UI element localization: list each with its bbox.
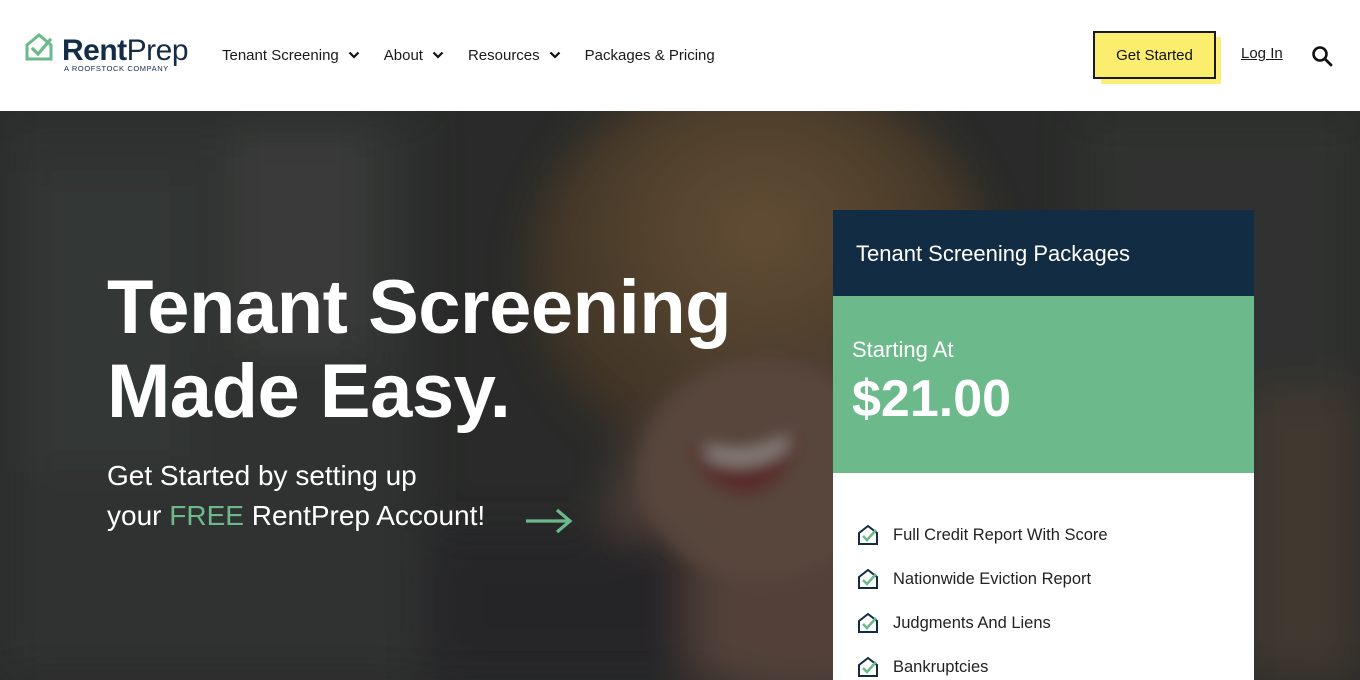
price-amount: $21.00 — [852, 370, 1012, 428]
hero-subtitle: Get Started by setting up your FREE Rent… — [107, 456, 485, 536]
hero-subtitle-line2: your FREE RentPrep Account! — [107, 500, 486, 531]
chevron-down-icon — [348, 51, 360, 59]
arrow-right-icon[interactable] — [524, 507, 574, 535]
feature-label: Full Credit Report With Score — [893, 525, 1108, 544]
list-item: Bankruptcies — [833, 645, 1254, 680]
chevron-down-icon — [432, 51, 444, 59]
list-item: Nationwide Eviction Report — [833, 557, 1254, 601]
chevron-down-icon — [549, 51, 560, 59]
feature-label: Judgments And Liens — [893, 613, 1051, 632]
nav-item-about[interactable]: About — [384, 47, 444, 64]
main-nav: Tenant Screening About Resources Package… — [222, 44, 715, 66]
house-check-icon — [25, 33, 53, 61]
get-started-cta: Get Started — [1093, 31, 1221, 84]
pricing-card-title: Tenant Screening Packages — [833, 210, 1254, 296]
house-check-icon — [858, 524, 878, 545]
hero-title: Tenant Screening Made Easy. — [107, 265, 732, 434]
feature-list: Full Credit Report With Score Nationwide… — [833, 473, 1254, 680]
starting-at-label: Starting At — [852, 337, 954, 362]
house-check-icon — [858, 568, 878, 589]
list-item: Judgments And Liens — [833, 601, 1254, 645]
get-started-button[interactable]: Get Started — [1093, 31, 1216, 79]
hero-subtitle-line1: Get Started by setting up — [107, 460, 417, 491]
logo-tagline: A ROOFSTOCK COMPANY — [64, 64, 169, 73]
list-item: Full Credit Report With Score — [833, 513, 1254, 557]
search-icon[interactable] — [1311, 45, 1333, 67]
feature-label: Bankruptcies — [893, 657, 989, 676]
free-highlight: FREE — [169, 500, 244, 531]
nav-item-packages-pricing[interactable]: Packages & Pricing — [585, 47, 715, 64]
login-link[interactable]: Log In — [1241, 45, 1283, 62]
house-check-icon — [858, 656, 878, 677]
nav-item-label: About — [383, 46, 423, 64]
nav-item-label: Packages & Pricing — [584, 46, 715, 64]
nav-item-tenant-screening[interactable]: Tenant Screening — [222, 47, 360, 64]
feature-label: Nationwide Eviction Report — [893, 569, 1092, 588]
nav-item-label: Resources — [467, 46, 540, 64]
pricing-card: Tenant Screening Packages Starting At $2… — [833, 210, 1254, 680]
hero-section: Tenant Screening Made Easy. Get Started … — [0, 111, 1360, 680]
nav-item-resources[interactable]: Resources — [468, 47, 561, 64]
hero-title-line2: Made Easy. — [107, 349, 511, 434]
house-check-icon — [858, 612, 878, 633]
nav-item-label: Tenant Screening — [222, 46, 339, 64]
hero-title-line1: Tenant Screening — [107, 265, 732, 350]
pricing-card-price-block: Starting At $21.00 — [833, 296, 1254, 473]
rentprep-logo[interactable]: RentPrep A ROOFSTOCK COMPANY — [24, 32, 204, 76]
site-header: RentPrep A ROOFSTOCK COMPANY Tenant Scre… — [0, 0, 1360, 111]
